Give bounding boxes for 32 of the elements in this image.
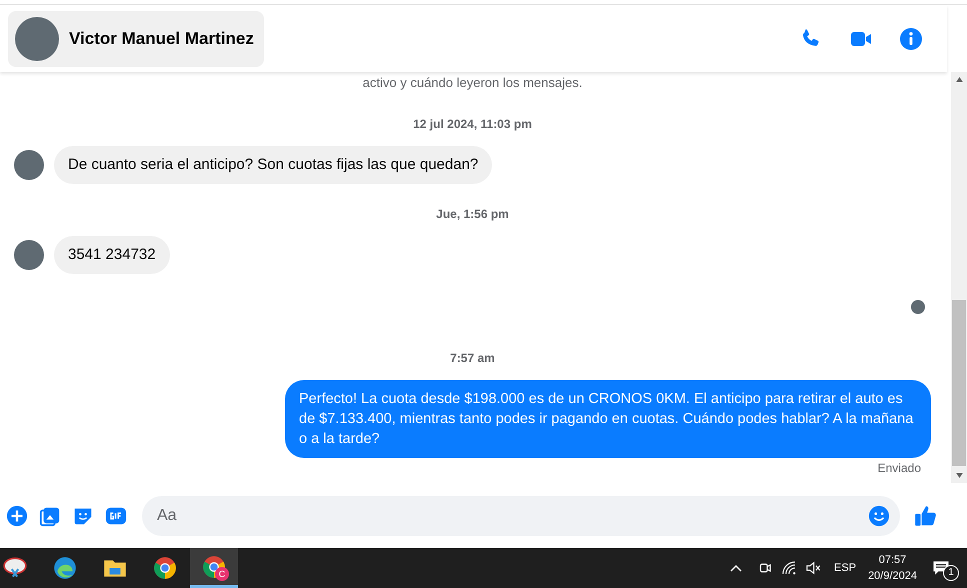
message-timestamp: 7:57 am <box>449 351 496 365</box>
scrollbar[interactable] <box>951 72 967 483</box>
notification-count: 1 <box>943 565 959 581</box>
message-field[interactable]: Aa <box>142 496 900 536</box>
read-receipt-icon <box>911 300 925 314</box>
profile-badge: C <box>215 567 229 581</box>
active-taskbar-button[interactable]: C <box>190 548 238 588</box>
contact-button[interactable]: Victor Manuel Martinez <box>8 10 264 66</box>
avatar-icon <box>15 16 59 60</box>
incoming-message: 3541 234732 <box>54 236 170 274</box>
language-indicator[interactable]: ESP <box>834 562 856 574</box>
chrome-icon[interactable] <box>152 555 178 581</box>
avatar-icon <box>14 150 44 180</box>
privacy-notice: activo y cuándo leyeron los mensajes. <box>362 75 584 90</box>
muted-speaker-icon[interactable] <box>804 559 822 577</box>
clock[interactable]: 07:57 20/9/2024 <box>868 552 917 584</box>
outgoing-message: Perfecto! La cuota desde $198.000 es de un CRONOS 0KM. El anticipo para retirar el auto es de $7.133.400, mientras tanto podes ir pagando en cuotas. Cuándo podes hablar? A la mañana o a la tarde? <box>285 380 931 458</box>
caret-up-icon[interactable] <box>730 564 742 572</box>
avatar-icon <box>14 240 44 270</box>
wifi-icon[interactable] <box>780 559 798 577</box>
delivery-status: Enviado <box>876 461 921 475</box>
incoming-message: De cuanto seria el anticipo? Son cuotas fijas las que quedan? <box>54 146 492 184</box>
scroll-down-icon[interactable] <box>956 473 962 478</box>
scroll-up-icon[interactable] <box>956 77 962 82</box>
scrollbar-thumb[interactable] <box>952 300 966 466</box>
plus-icon[interactable] <box>6 504 28 526</box>
message-timestamp: 12 jul 2024, 11:03 pm <box>412 117 533 131</box>
edge-browser-icon[interactable] <box>52 555 78 581</box>
emoji-icon[interactable] <box>868 504 890 526</box>
message-input[interactable]: Aa <box>155 506 868 526</box>
info-icon[interactable] <box>899 26 923 50</box>
message-timestamp: Jue, 1:56 pm <box>435 207 510 221</box>
